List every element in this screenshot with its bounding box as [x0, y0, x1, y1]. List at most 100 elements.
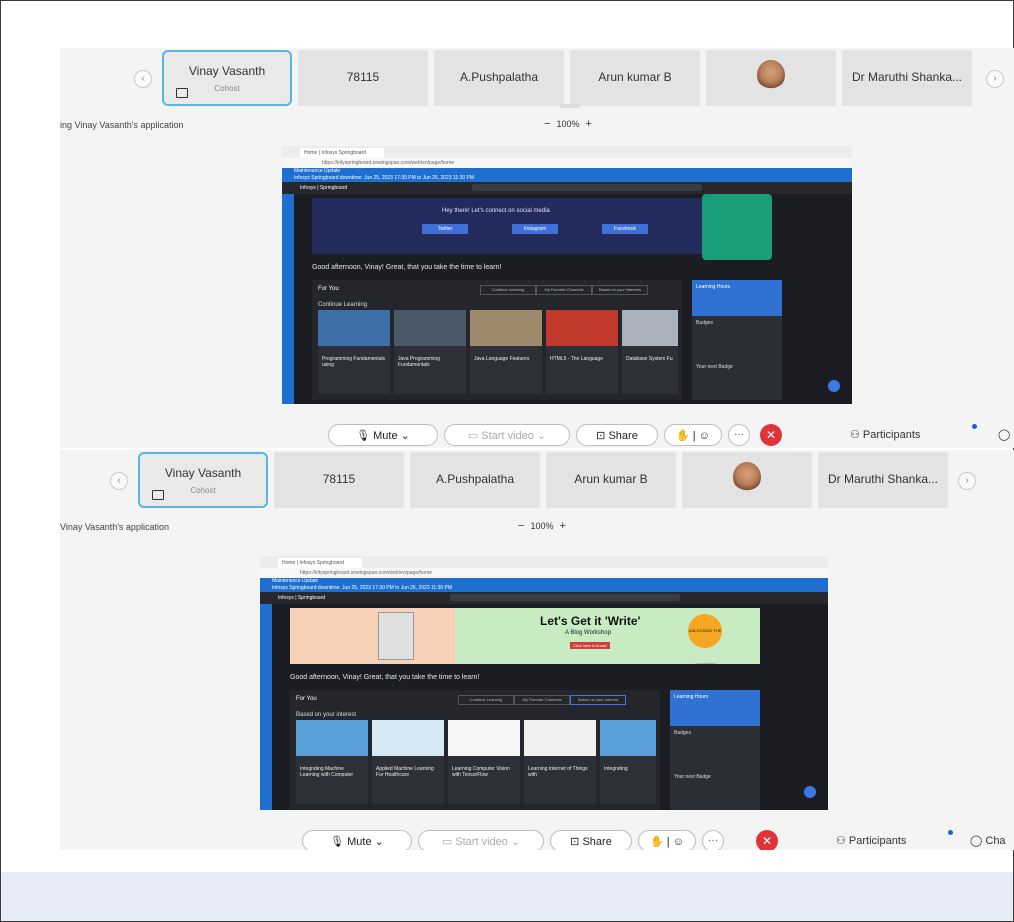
card-title: Learning Internet of Things with	[528, 766, 588, 778]
mute-button[interactable]: 🎙 Mute ⌄	[328, 424, 438, 446]
maintenance-banner: Maintenance Update Infosys Springboard d…	[282, 168, 852, 182]
course-card: Integrating Machine Learning with Comput…	[296, 720, 368, 804]
course-card: Java Programming Fundamentals	[394, 310, 466, 394]
course-card: Learning Internet of Things with	[524, 720, 596, 804]
scroll-right-icon[interactable]: ›	[958, 472, 976, 490]
participant-tile[interactable]: Arun kumar B	[546, 452, 676, 508]
course-card: HTML5 - The Language	[546, 310, 618, 394]
participant-name: Vinay Vasanth	[164, 466, 242, 480]
tab: My Favorite Channels	[514, 695, 570, 705]
start-video-button[interactable]: ▭ Start video ⌄	[418, 830, 544, 850]
sharing-label: ing Vinay Vasanth's application	[60, 120, 184, 130]
participant-name: Vinay Vasanth	[188, 64, 266, 78]
zoom-in-button[interactable]: +	[585, 118, 591, 130]
learning-hours-title: Learning Hours	[692, 280, 782, 316]
hero-button: Facebook	[602, 224, 648, 234]
browser-tab: Home | Infosys Springboard	[300, 148, 384, 158]
reactions-button[interactable]: ✋ | ☺	[664, 424, 722, 446]
participant-name: Arun kumar B	[598, 70, 672, 84]
url-text: https://infyspringboard.onwingspan.com/w…	[322, 160, 455, 166]
participant-tile-active[interactable]: Vinay Vasanth Cohost	[138, 452, 268, 508]
chat-button[interactable]: ◯ Cha	[970, 834, 1006, 847]
maintenance-title: Maintenance Update	[294, 168, 341, 174]
zoom-control: −100% +	[512, 520, 572, 532]
participant-tile[interactable]: A.Pushpalatha	[434, 50, 564, 106]
browser-tab: Home | Infosys Springboard	[278, 558, 362, 568]
participant-tile[interactable]: A.Pushpalatha	[410, 452, 540, 508]
end-call-icon[interactable]: ✕	[760, 424, 782, 446]
screen-share-icon	[152, 490, 164, 500]
participant-name: 78115	[346, 70, 380, 84]
shared-screen[interactable]: Home | Infosys Springboard https://infys…	[282, 146, 852, 404]
hero-button: Twitter	[422, 224, 468, 234]
for-you-section: For You Continue Learning Continue Learn…	[312, 280, 682, 400]
shared-screen[interactable]: Home | Infosys Springboard https://infys…	[260, 556, 828, 810]
zoom-value: 100%	[556, 119, 580, 129]
card-title: Learning Computer Vision with TensorFlow	[452, 766, 510, 778]
meeting-controls: 🎙 Mute ⌄ ▭ Start video ⌄ ⊡ Share ✋ | ☺ ·…	[60, 424, 1014, 448]
zoom-value: 100%	[530, 521, 554, 531]
reactions-button[interactable]: ✋ | ☺	[638, 830, 696, 850]
scroll-left-icon[interactable]: ‹	[110, 472, 128, 490]
start-video-label: Start video	[455, 836, 508, 848]
share-label: Share	[582, 836, 612, 848]
participants-button[interactable]: ⚇ Participants	[836, 834, 906, 847]
hero-badge: UNLOCKING THE WONDERS	[688, 614, 722, 664]
participant-tile[interactable]: 78115	[298, 50, 428, 106]
logo: Infosys | Springboard	[278, 595, 326, 601]
raise-hand-icon: ✋	[650, 836, 664, 848]
card-title: Java Language Features	[474, 356, 530, 362]
app-header: Infosys | Springboard	[260, 592, 828, 604]
side-rail	[282, 194, 294, 404]
participants-button[interactable]: ⚇ Participants	[850, 428, 920, 441]
participant-tile[interactable]	[682, 452, 812, 508]
participant-tile[interactable]: Arun kumar B	[570, 50, 700, 106]
participant-tile[interactable]: Dr Maruthi Shanka...	[842, 50, 972, 106]
zoom-out-button[interactable]: −	[518, 520, 524, 532]
chat-bubble-icon	[804, 786, 816, 798]
badges-title: Badges	[696, 320, 713, 326]
participant-tile[interactable]: 78115	[274, 452, 404, 508]
participant-strip: ‹ Vinay Vasanth Cohost 78115 A.Pushpalat…	[60, 48, 1014, 110]
search-input	[450, 594, 680, 601]
hero-title: Let's Get it 'Write'	[540, 614, 641, 628]
zoom-out-button[interactable]: −	[544, 118, 550, 130]
scroll-right-icon[interactable]: ›	[986, 70, 1004, 88]
participant-tile-active[interactable]: Vinay Vasanth Cohost	[162, 50, 292, 106]
resize-handle[interactable]	[560, 104, 580, 108]
course-card: Learning Computer Vision with TensorFlow	[448, 720, 520, 804]
learning-hours-panel: Learning Hours Badges Your next Badge	[692, 280, 782, 400]
zoom-in-button[interactable]: +	[559, 520, 565, 532]
hero-cta: Click here to know!	[570, 642, 610, 649]
sharing-label: Vinay Vasanth's application	[60, 522, 169, 532]
share-button[interactable]: ⊡ Share	[550, 830, 632, 850]
end-call-icon[interactable]: ✕	[756, 830, 778, 850]
scroll-left-icon[interactable]: ‹	[134, 70, 152, 88]
share-button[interactable]: ⊡ Share	[576, 424, 658, 446]
hero-art	[290, 608, 455, 664]
more-options-icon[interactable]: ···	[728, 424, 750, 446]
course-card: Applied Machine Learning For Healthcare	[372, 720, 444, 804]
start-video-label: Start video	[481, 430, 534, 442]
maintenance-text: Infosys Springboard downtime: Jun 25, 20…	[272, 585, 453, 591]
chat-button[interactable]: ◯	[998, 428, 1010, 441]
participant-name: Dr Maruthi Shanka...	[851, 70, 963, 84]
participant-name: 78115	[322, 472, 356, 486]
for-you-section: For You Based on your interest Continue …	[290, 690, 660, 810]
participant-name: A.Pushpalatha	[459, 70, 539, 84]
raise-hand-icon: ✋	[676, 430, 690, 442]
mute-button[interactable]: 🎙 Mute ⌄	[302, 830, 412, 850]
hero-subtitle: A Blog Workshop	[565, 630, 611, 636]
participant-tile[interactable]: Dr Maruthi Shanka...	[818, 452, 948, 508]
bottom-band	[1, 872, 1013, 921]
start-video-button[interactable]: ▭ Start video ⌄	[444, 424, 570, 446]
browser-tab-bar: Home | Infosys Springboard	[282, 146, 852, 158]
tab: Continue Learning	[480, 285, 536, 295]
app-header: Infosys | Springboard	[282, 182, 852, 194]
logo: Infosys | Springboard	[300, 185, 348, 191]
participant-tile[interactable]	[706, 50, 836, 106]
tab: My Favorite Channels	[536, 285, 592, 295]
card-title: Database System Fu	[626, 356, 673, 362]
more-options-icon[interactable]: ···	[702, 830, 724, 850]
share-label: Share	[608, 430, 638, 442]
